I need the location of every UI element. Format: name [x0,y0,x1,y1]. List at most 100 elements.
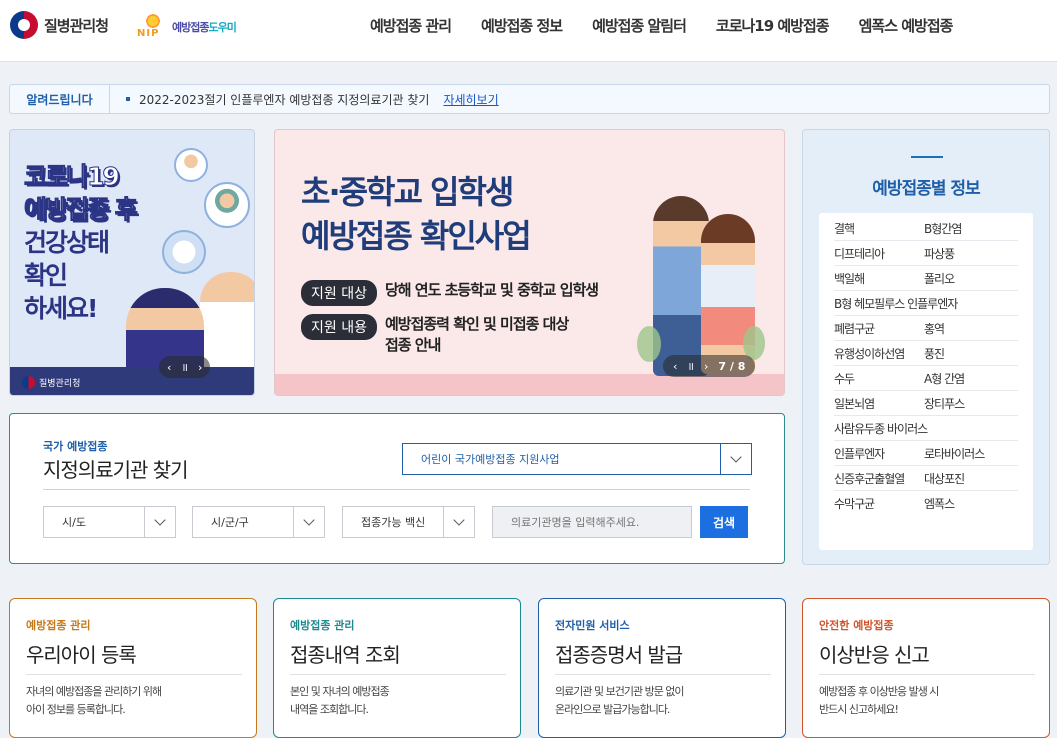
nav-vaccination-info[interactable]: 예방접종 정보 [481,16,563,36]
card-title: 접종내역 조회 [290,643,401,667]
main-nav: 예방접종 관리 예방접종 정보 예방접종 알림터 코로나19 예방접종 엠폭스 … [370,16,982,36]
vaccine-link[interactable]: 풍진 [924,345,945,362]
vaccine-link[interactable]: 로타바이러스 [924,445,985,462]
vaccine-link[interactable]: 폐렴구균 [834,320,924,337]
next-icon[interactable]: › [704,360,708,373]
vaccine-link[interactable]: 사람유두종 바이러스 [834,420,928,437]
card-vaccination-history[interactable]: 예방접종 관리 접종내역 조회 본인 및 자녀의 예방접종 내역을 조회합니다. [273,598,521,738]
vaccine-link[interactable]: 인플루엔자 [834,445,924,462]
prev-icon[interactable]: ‹ [673,360,677,373]
support-content-row: 지원 내용 예방접종력 확인 및 미접종 대상 접종 안내 [301,314,569,356]
slide-counter: 7 / 8 [718,359,746,373]
vaccine-row: 수두 A형 간염 [834,366,1018,391]
card-desc: 의료기관 및 보건기관 방문 없이 온라인으로 발급가능합니다. [555,685,685,716]
vaccine-row: 디프테리아 파상풍 [834,241,1018,266]
support-target-row: 지원 대상 당해 연도 초등학교 및 중학교 입학생 [301,280,599,306]
vaccine-info-title: 예방접종별 정보 [872,179,980,199]
sigungu-select-value: 시/군/구 [211,516,249,529]
patient-icon [174,148,208,182]
vaccine-row: 수막구균 엠폭스 [834,491,1018,516]
vaccine-link[interactable]: A형 간염 [924,370,965,387]
chevron-down-icon [293,507,324,537]
card-kicker: 안전한 예방접종 [819,619,894,632]
banner-bottom-strip [275,374,784,395]
site-header: 질병관리청 NIP 예방접종도우미 예방접종 관리 예방접종 정보 예방접종 알… [0,0,1057,62]
prev-icon[interactable]: ‹ [167,361,171,374]
pause-icon[interactable]: ॥ [181,360,188,375]
pause-icon[interactable]: ॥ [687,359,694,374]
divider [290,674,506,675]
vaccine-link[interactable]: B형 헤모필루스 인플루엔자 [834,295,958,312]
vaccine-link[interactable]: B형간염 [924,220,962,237]
leaf-decoration-icon [637,326,661,362]
divider [555,674,771,675]
vaccine-link[interactable]: 일본뇌염 [834,395,924,412]
nav-mpox[interactable]: 엠폭스 예방접종 [859,16,954,36]
covid-banner-title: 코로나19 예방접종 후 건강상태 확인 하세요! [24,162,139,324]
covid-banner-org: 질병관리청 [22,376,80,389]
card-kicker: 예방접종 관리 [290,619,355,632]
vaccine-row: 유행성이하선염 풍진 [834,341,1018,366]
kdca-emblem-icon [10,11,38,39]
clinic-search-panel: 국가 예방접종 지정의료기관 찾기 어린이 국가예방접종 지원사업 시/도 시/… [9,413,785,564]
vaccine-row: 백일해 폴리오 [834,266,1018,291]
vaccine-link[interactable]: 대상포진 [924,470,965,487]
vaccine-select-value: 접종가능 백신 [361,516,426,529]
vaccine-link[interactable]: 수막구균 [834,495,924,512]
card-register-child[interactable]: 예방접종 관리 우리아이 등록 자녀의 예방접종을 관리하기 위해 아이 정보를 … [9,598,257,738]
card-certificate[interactable]: 전자민원 서비스 접종증명서 발급 의료기관 및 보건기관 방문 없이 온라인으로… [538,598,786,738]
search-button[interactable]: 검색 [700,506,748,538]
notice-more-link[interactable]: 자세히보기 [443,91,498,108]
nav-covid19[interactable]: 코로나19 예방접종 [716,16,830,36]
nav-vaccination-notice[interactable]: 예방접종 알림터 [592,16,687,36]
card-adverse-report[interactable]: 안전한 예방접종 이상반응 신고 예방접종 후 이상반응 발생 시 반드시 신고하… [802,598,1050,738]
vaccine-link[interactable]: 유행성이하선염 [834,345,924,362]
notice-bar: 알려드립니다 2022-2023절기 인플루엔자 예방접종 지정의료기관 찾기 … [9,84,1050,114]
search-kicker: 국가 예방접종 [43,440,108,453]
vaccine-link[interactable]: 디프테리아 [834,245,924,262]
support-target-pill: 지원 대상 [301,280,377,306]
school-entrance-banner[interactable]: 초·중학교 입학생 예방접종 확인사업 지원 대상 당해 연도 초등학교 및 중… [274,129,785,396]
covid-banner[interactable]: 코로나19 예방접종 후 건강상태 확인 하세요! 질병관리청 ‹ ॥ › [9,129,255,396]
doctor-icon [204,182,250,228]
support-content-pill: 지원 내용 [301,314,377,340]
sido-select[interactable]: 시/도 [43,506,176,538]
support-target-text: 당해 연도 초등학교 및 중학교 입학생 [384,281,599,299]
notice-label: 알려드립니다 [10,85,110,113]
clock-icon [162,230,206,274]
vaccine-link[interactable]: 엠폭스 [924,495,955,512]
vaccine-row: 사람유두종 바이러스 [834,416,1018,441]
sigungu-select[interactable]: 시/군/구 [192,506,325,538]
vaccine-link[interactable]: 폴리오 [924,270,955,287]
vaccine-link[interactable]: 수두 [834,370,924,387]
card-title: 이상반응 신고 [819,643,930,667]
vaccine-link[interactable]: 백일해 [834,270,924,287]
kdca-logo[interactable]: 질병관리청 [10,11,109,39]
vaccine-row: 인플루엔자 로타바이러스 [834,441,1018,466]
service-name: 예방접종도우미 [172,21,237,34]
vaccine-link[interactable]: 홍역 [924,320,945,337]
card-desc: 예방접종 후 이상반응 발생 시 반드시 신고하세요! [819,685,939,716]
vaccine-row: 신증후군출혈열 대상포진 [834,466,1018,491]
vaccine-link[interactable]: 장티푸스 [924,395,965,412]
vaccine-select[interactable]: 접종가능 백신 [342,506,475,538]
vaccine-link[interactable]: 결핵 [834,220,924,237]
title-accent-bar [911,156,943,158]
nip-sun-icon: NIP [137,13,169,41]
vaccine-link[interactable]: 파상풍 [924,245,955,262]
nip-logo[interactable]: NIP 예방접종도우미 [137,13,237,41]
divider [26,674,242,675]
vaccine-link[interactable]: 신증후군출혈열 [834,470,924,487]
card-title: 우리아이 등록 [26,643,137,667]
nav-vaccination-management[interactable]: 예방접종 관리 [370,16,452,36]
org-name: 질병관리청 [44,16,109,35]
card-desc: 자녀의 예방접종을 관리하기 위해 아이 정보를 등록합니다. [26,685,162,716]
chevron-down-icon [720,444,751,474]
card-kicker: 예방접종 관리 [26,619,91,632]
next-icon[interactable]: › [198,361,202,374]
vaccine-row: 일본뇌염 장티푸스 [834,391,1018,416]
notice-text[interactable]: 2022-2023절기 인플루엔자 예방접종 지정의료기관 찾기 [139,91,429,108]
vaccine-info-panel: 예방접종별 정보 결핵 B형간염 디프테리아 파상풍 백일해 폴리오 B형 헤모필루스… [802,129,1050,565]
program-select[interactable]: 어린이 국가예방접종 지원사업 [402,443,752,475]
clinic-name-input[interactable] [492,506,692,538]
